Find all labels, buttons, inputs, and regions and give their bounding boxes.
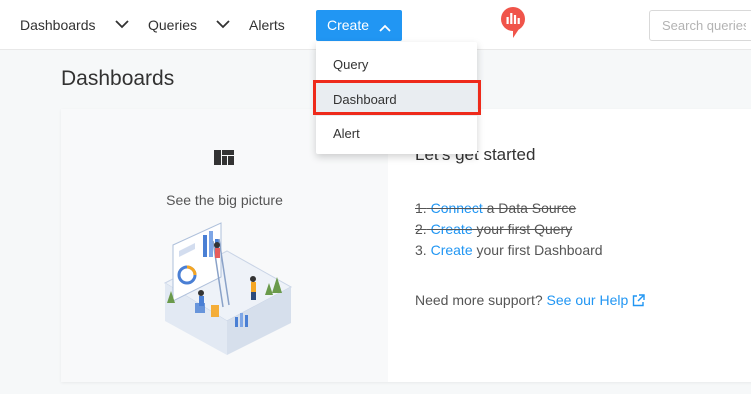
nav-dashboards[interactable]: Dashboards xyxy=(20,17,96,33)
create-button-label: Create xyxy=(327,17,370,33)
create-button[interactable]: Create xyxy=(316,10,402,41)
step-number: 1. xyxy=(415,200,427,216)
step-text: your first Query xyxy=(472,221,573,237)
step-number: 3. xyxy=(415,242,427,258)
step-create-query: 2. Create your first Query xyxy=(415,219,603,240)
help-link[interactable]: See our Help xyxy=(547,292,629,308)
nav-queries[interactable]: Queries xyxy=(148,17,197,33)
annotation-highlight-box xyxy=(313,80,481,115)
menu-item-query[interactable]: Query xyxy=(316,47,477,81)
chevron-down-icon[interactable] xyxy=(215,18,231,30)
step-create-dashboard: 3. Create your first Dashboard xyxy=(415,240,603,261)
step-text: your first Dashboard xyxy=(472,242,603,258)
connect-link[interactable]: Connect xyxy=(431,200,483,216)
menu-item-alert[interactable]: Alert xyxy=(316,116,477,150)
empty-state-tagline: See the big picture xyxy=(166,192,283,208)
redash-logo-icon[interactable] xyxy=(500,7,526,39)
getting-started-steps: 1. Connect a Data Source 2. Create your … xyxy=(415,198,603,261)
dashboard-grid-icon xyxy=(214,150,234,165)
external-link-icon[interactable] xyxy=(632,294,645,310)
step-text: a Data Source xyxy=(482,200,577,216)
page-title: Dashboards xyxy=(61,67,175,90)
chevron-down-icon[interactable] xyxy=(114,18,130,30)
step-connect-data-source: 1. Connect a Data Source xyxy=(415,198,603,219)
nav-alerts[interactable]: Alerts xyxy=(249,17,285,33)
create-dashboard-link[interactable]: Create xyxy=(431,242,473,258)
create-query-link[interactable]: Create xyxy=(431,221,473,237)
support-text: Need more support? xyxy=(415,292,547,308)
search-input[interactable] xyxy=(649,10,751,41)
support-line: Need more support? See our Help xyxy=(415,292,645,310)
step-number: 2. xyxy=(415,221,427,237)
dashboard-illustration xyxy=(155,221,293,357)
chevron-up-icon xyxy=(378,20,392,36)
